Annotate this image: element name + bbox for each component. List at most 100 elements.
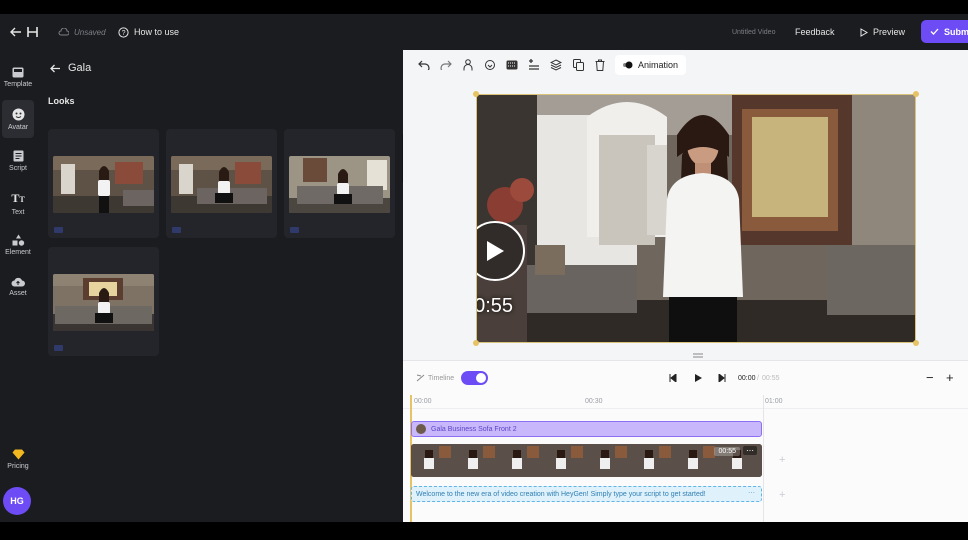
rail-item-label: Element xyxy=(5,249,31,256)
more-icon[interactable]: ⋯ xyxy=(743,446,757,455)
replace-tool-button[interactable] xyxy=(479,54,501,76)
look-card[interactable]: 4K xyxy=(284,129,395,238)
script-track[interactable]: Welcome to the new era of video creation… xyxy=(411,486,762,502)
resize-handle[interactable] xyxy=(913,91,919,97)
play-icon xyxy=(860,27,868,37)
svg-text:?: ? xyxy=(122,30,126,37)
resize-handle[interactable] xyxy=(913,340,919,346)
text-icon: TT xyxy=(11,190,25,205)
avatar-scene xyxy=(477,95,915,342)
undo-icon xyxy=(418,60,430,70)
layout-tool-button[interactable] xyxy=(523,54,545,76)
rail-item-script[interactable]: Script xyxy=(0,142,36,180)
skip-back-icon[interactable] xyxy=(669,374,677,382)
duplicate-button[interactable] xyxy=(567,54,589,76)
rail-item-text[interactable]: TT Text xyxy=(0,184,36,222)
avatar-looks-panel: Gala Looks 4K 4K 4K xyxy=(36,50,412,522)
rail-item-template[interactable]: Template xyxy=(0,58,36,96)
app-window: Unsaved ? How to use Untitled Video Feed… xyxy=(0,14,968,522)
rail-item-asset[interactable]: Asset xyxy=(0,268,36,306)
avatar-track-label: Gala Business Sofa Front 2 xyxy=(431,425,517,433)
layers-tool-button[interactable] xyxy=(545,54,567,76)
background-tool-button[interactable] xyxy=(501,54,523,76)
rail-item-label: Text xyxy=(11,208,25,216)
check-icon xyxy=(930,28,939,35)
redo-button[interactable] xyxy=(435,54,457,76)
ruler-tick: 01:00 xyxy=(765,398,783,405)
resize-handle[interactable] xyxy=(473,340,479,346)
looks-heading: Looks xyxy=(48,96,75,106)
video-canvas[interactable]: 00:55 xyxy=(476,94,916,343)
feedback-button[interactable]: Feedback xyxy=(795,14,835,50)
timeline-ruler: 00:00 00:30 01:00 xyxy=(403,395,968,409)
video-duration-overlay: 00:55 xyxy=(477,295,514,317)
preview-label: Preview xyxy=(873,27,906,37)
zoom-in-button[interactable]: + xyxy=(946,370,954,385)
left-rail: Template Avatar Script TT Text Element A… xyxy=(0,50,36,522)
canvas-toolbar: Animation xyxy=(413,54,693,76)
timeline-icon xyxy=(416,374,425,382)
preview-button[interactable]: Preview xyxy=(860,14,905,50)
timeline-controls: Timeline 00:00 / 00:55 − + xyxy=(403,367,968,389)
rail-item-label: Avatar xyxy=(7,123,29,131)
undo-button[interactable] xyxy=(413,54,435,76)
avatar-icon xyxy=(12,108,24,120)
4k-badge: 4K xyxy=(54,345,63,351)
avatar-tool-button[interactable] xyxy=(457,54,479,76)
timeline-end-marker xyxy=(763,395,764,522)
layers-icon xyxy=(550,59,562,71)
avatar-thumb-icon xyxy=(416,424,426,434)
play-icon xyxy=(487,241,504,261)
add-track-icon[interactable]: + xyxy=(779,489,785,501)
rail-item-label: Script xyxy=(9,165,27,172)
delete-button[interactable] xyxy=(589,54,611,76)
look-thumbnail xyxy=(53,156,154,213)
total-time: 00:55 xyxy=(762,375,780,382)
skip-forward-icon[interactable] xyxy=(718,374,726,382)
drag-handle-icon[interactable] xyxy=(693,353,703,358)
timeline-label: Timeline xyxy=(428,375,455,382)
video-track[interactable]: 00:55 ⋯ xyxy=(411,444,762,477)
look-card[interactable]: 4K xyxy=(48,247,159,356)
rail-item-avatar[interactable]: Avatar xyxy=(2,100,34,138)
arrow-left-icon[interactable] xyxy=(50,64,61,73)
add-track-icon[interactable]: + xyxy=(779,454,785,466)
play-icon[interactable] xyxy=(694,374,702,382)
how-to-use-button[interactable]: ? How to use xyxy=(118,14,179,50)
look-card[interactable]: 4K xyxy=(166,129,277,238)
more-icon[interactable]: ⋯ xyxy=(748,489,755,497)
arrow-left-icon xyxy=(10,27,21,37)
submit-button[interactable]: Submit xyxy=(921,20,968,43)
animation-label: Animation xyxy=(638,60,679,70)
zoom-out-button[interactable]: − xyxy=(926,370,934,385)
timeline-toggle[interactable] xyxy=(461,371,488,385)
redo-icon xyxy=(440,60,452,70)
logo xyxy=(26,14,39,50)
help-icon: ? xyxy=(118,26,129,38)
resize-handle[interactable] xyxy=(473,91,479,97)
top-bar: Unsaved ? How to use Untitled Video Feed… xyxy=(0,14,968,50)
video-track-frames xyxy=(411,444,762,477)
element-icon xyxy=(12,234,24,246)
video-title[interactable]: Untitled Video xyxy=(732,14,775,50)
look-card[interactable]: 4K xyxy=(48,129,159,238)
person-icon xyxy=(463,59,473,71)
user-avatar[interactable]: HG xyxy=(3,487,31,515)
timeline: Timeline 00:00 / 00:55 − + 00:00 00:30 0… xyxy=(403,360,968,522)
animation-icon xyxy=(623,61,633,69)
cloud-icon xyxy=(58,28,69,36)
avatar-track[interactable]: Gala Business Sofa Front 2 xyxy=(411,421,762,437)
save-status: Unsaved xyxy=(58,14,106,50)
animation-button[interactable]: Animation xyxy=(615,55,687,75)
asset-icon xyxy=(11,277,25,287)
rail-item-pricing[interactable]: Pricing xyxy=(0,440,36,478)
4k-badge: 4K xyxy=(54,227,63,233)
copy-icon xyxy=(572,59,584,71)
heygen-logo-icon xyxy=(27,27,38,37)
back-button[interactable] xyxy=(10,14,22,50)
diamond-icon xyxy=(12,449,24,459)
rail-item-element[interactable]: Element xyxy=(0,226,36,264)
panel-header: Gala xyxy=(50,62,91,74)
rail-item-label: Template xyxy=(3,80,33,88)
current-time: 00:00 xyxy=(738,375,756,382)
